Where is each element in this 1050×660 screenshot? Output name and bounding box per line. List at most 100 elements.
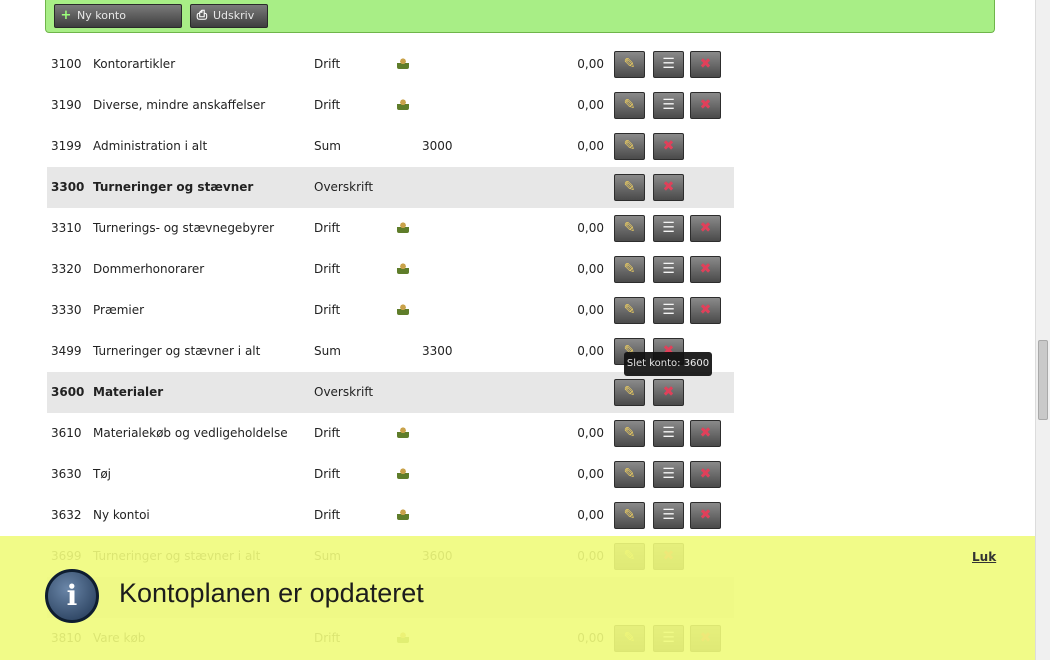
delete-account-button[interactable]: ✖ <box>690 297 721 324</box>
list-icon: ☰ <box>662 56 675 72</box>
delete-account-button[interactable]: ✖ <box>690 215 721 242</box>
edit-account-button[interactable]: ✎ <box>614 133 645 160</box>
account-number: 3632 <box>51 508 82 522</box>
table-row: 3300 Turneringer og stævner Overskrift ✎ ✖ <box>47 167 734 208</box>
printer-icon: ⎙ <box>196 8 208 23</box>
account-number: 3310 <box>51 221 82 235</box>
account-amount: 0,00 <box>577 344 604 358</box>
account-amount: 0,00 <box>577 57 604 71</box>
pencil-icon: ✎ <box>623 466 636 482</box>
scrollbar-thumb[interactable] <box>1038 340 1048 420</box>
list-icon: ☰ <box>662 220 675 236</box>
account-number: 3330 <box>51 303 82 317</box>
account-type: Sum <box>314 139 341 153</box>
edit-account-button[interactable]: ✎ <box>614 256 645 283</box>
delete-account-button[interactable]: ✖ <box>690 51 721 78</box>
person-icon <box>397 249 411 290</box>
list-icon: ☰ <box>662 302 675 318</box>
account-type: Overskrift <box>314 180 374 194</box>
account-number: 3199 <box>51 139 82 153</box>
delete-icon: ✖ <box>662 384 675 400</box>
person-icon <box>397 413 411 454</box>
account-type: Drift <box>314 467 341 481</box>
delete-account-button[interactable]: ✖ <box>690 461 721 488</box>
list-icon: ☰ <box>662 261 675 277</box>
delete-icon: ✖ <box>699 425 712 441</box>
edit-account-button[interactable]: ✎ <box>614 461 645 488</box>
vertical-scrollbar[interactable] <box>1035 0 1050 660</box>
account-type: Drift <box>314 98 341 112</box>
pencil-icon: ✎ <box>623 56 636 72</box>
print-button[interactable]: ⎙ Udskriv <box>190 4 268 28</box>
account-type: Drift <box>314 57 341 71</box>
postings-button[interactable]: ☰ <box>653 297 684 324</box>
edit-account-button[interactable]: ✎ <box>614 297 645 324</box>
edit-account-button[interactable]: ✎ <box>614 420 645 447</box>
account-name: Administration i alt <box>93 139 208 153</box>
delete-icon: ✖ <box>662 138 675 154</box>
pencil-icon: ✎ <box>623 507 636 523</box>
account-type: Drift <box>314 262 341 276</box>
delete-icon: ✖ <box>662 179 675 195</box>
edit-account-button[interactable]: ✎ <box>614 502 645 529</box>
table-row: 3330 Præmier Drift 0,00 ✎ ☰ ✖ <box>47 290 734 331</box>
delete-icon: ✖ <box>699 466 712 482</box>
account-amount: 0,00 <box>577 303 604 317</box>
delete-account-button[interactable]: ✖ <box>653 174 684 201</box>
account-type: Drift <box>314 221 341 235</box>
postings-button[interactable]: ☰ <box>653 420 684 447</box>
pencil-icon: ✎ <box>623 302 636 318</box>
account-number: 3600 <box>51 385 85 399</box>
list-icon: ☰ <box>662 466 675 482</box>
account-number: 3499 <box>51 344 82 358</box>
info-icon: i <box>45 569 99 623</box>
account-type: Drift <box>314 426 341 440</box>
account-amount: 0,00 <box>577 426 604 440</box>
account-amount: 0,00 <box>577 221 604 235</box>
account-number: 3630 <box>51 467 82 481</box>
delete-icon: ✖ <box>699 302 712 318</box>
pencil-icon: ✎ <box>623 220 636 236</box>
table-row: 3310 Turnerings- og stævnegebyrer Drift 0,0… <box>47 208 734 249</box>
list-icon: ☰ <box>662 507 675 523</box>
account-number: 3190 <box>51 98 82 112</box>
list-icon: ☰ <box>662 97 675 113</box>
sum-reference: 3300 <box>422 344 453 358</box>
account-type: Sum <box>314 344 341 358</box>
postings-button[interactable]: ☰ <box>653 502 684 529</box>
new-account-button[interactable]: + Ny konto <box>54 4 182 28</box>
postings-button[interactable]: ☰ <box>653 461 684 488</box>
account-type: Overskrift <box>314 385 374 399</box>
edit-account-button[interactable]: ✎ <box>614 51 645 78</box>
delete-account-button[interactable]: ✖ <box>690 502 721 529</box>
table-row: 3100 Kontorartikler Drift 0,00 ✎ ☰ ✖ <box>47 44 734 85</box>
edit-account-button[interactable]: ✎ <box>614 379 645 406</box>
pencil-icon: ✎ <box>623 261 636 277</box>
edit-account-button[interactable]: ✎ <box>614 174 645 201</box>
delete-account-button[interactable]: ✖ <box>690 420 721 447</box>
delete-tooltip: Slet konto: 3600 <box>624 352 712 376</box>
pencil-icon: ✎ <box>623 179 636 195</box>
delete-icon: ✖ <box>699 97 712 113</box>
account-amount: 0,00 <box>577 98 604 112</box>
postings-button[interactable]: ☰ <box>653 92 684 119</box>
postings-button[interactable]: ☰ <box>653 215 684 242</box>
postings-button[interactable]: ☰ <box>653 256 684 283</box>
table-row: 3632 Ny kontoi Drift 0,00 ✎ ☰ ✖ <box>47 495 734 536</box>
pencil-icon: ✎ <box>623 384 636 400</box>
sum-reference: 3000 <box>422 139 453 153</box>
pencil-icon: ✎ <box>623 138 636 154</box>
postings-button[interactable]: ☰ <box>653 51 684 78</box>
table-row: 3610 Materialekøb og vedligeholdelse Drift… <box>47 413 734 454</box>
plus-icon: + <box>60 8 72 23</box>
close-notification-link[interactable]: Luk <box>972 550 996 564</box>
delete-account-button[interactable]: ✖ <box>690 256 721 283</box>
table-row: 3320 Dommerhonorarer Drift 0,00 ✎ ☰ ✖ <box>47 249 734 290</box>
person-icon <box>397 290 411 331</box>
delete-account-button[interactable]: ✖ <box>653 133 684 160</box>
delete-account-button[interactable]: ✖ <box>653 379 684 406</box>
delete-account-button[interactable]: ✖ <box>690 92 721 119</box>
edit-account-button[interactable]: ✎ <box>614 92 645 119</box>
new-account-label: Ny konto <box>77 9 126 22</box>
edit-account-button[interactable]: ✎ <box>614 215 645 242</box>
